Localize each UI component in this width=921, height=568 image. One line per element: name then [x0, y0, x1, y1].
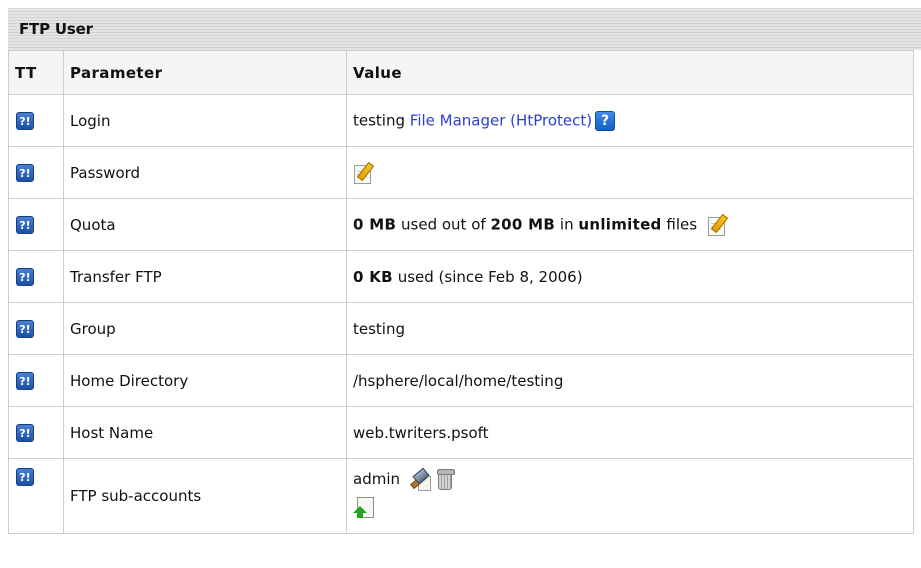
hammer-icon[interactable]: [406, 467, 431, 491]
quota-text1: used out of: [401, 215, 486, 233]
value-login: testing File Manager (HtProtect)?: [346, 94, 914, 147]
panel-title: FTP User: [8, 8, 921, 50]
trash-icon[interactable]: [436, 467, 455, 491]
table-row-sub-accounts: ?! FTP sub-accounts admin: [8, 458, 914, 534]
table-row-login: ?! Login testing File Manager (HtProtect…: [8, 94, 914, 147]
param-password: Password: [63, 146, 347, 199]
ftp-user-panel: FTP User TT Parameter Value ?! Login tes…: [8, 8, 921, 568]
hint-icon[interactable]: ?!: [16, 216, 34, 234]
add-icon[interactable]: [353, 497, 375, 519]
hint-icon[interactable]: ?!: [16, 112, 34, 130]
edit-quota-icon[interactable]: [707, 213, 728, 236]
table-header-row: TT Parameter Value: [8, 50, 914, 95]
table-row-quota: ?! Quota 0 MB used out of 200 MB in unli…: [8, 198, 914, 251]
value-host-name: web.twriters.psoft: [346, 406, 914, 459]
quota-text2: in: [559, 215, 574, 233]
hint-icon[interactable]: ?!: [16, 320, 34, 338]
hint-icon[interactable]: ?!: [16, 424, 34, 442]
hint-icon[interactable]: ?!: [16, 268, 34, 286]
edit-password-icon[interactable]: [353, 161, 375, 184]
hint-icon[interactable]: ?!: [16, 164, 34, 182]
file-manager-link[interactable]: File Manager (HtProtect): [410, 111, 592, 129]
hint-icon[interactable]: ?!: [16, 468, 34, 486]
param-login: Login: [63, 94, 347, 147]
header-parameter: Parameter: [63, 50, 347, 95]
hint-icon[interactable]: ?!: [16, 372, 34, 390]
quota-total: 200 MB: [490, 215, 556, 233]
param-host-name: Host Name: [63, 406, 347, 459]
param-quota: Quota: [63, 198, 347, 251]
table-row-password: ?! Password: [8, 146, 914, 199]
value-password: [346, 146, 914, 199]
param-home-directory: Home Directory: [63, 354, 347, 407]
header-value: Value: [346, 50, 914, 95]
value-sub-accounts: admin: [346, 458, 914, 534]
transfer-amount: 0 KB: [353, 267, 393, 286]
ftp-user-table: TT Parameter Value ?! Login testing File…: [8, 50, 914, 534]
value-group: testing: [346, 302, 914, 355]
quota-text3: files: [666, 215, 698, 233]
param-transfer: Transfer FTP: [63, 250, 347, 303]
transfer-text: used (since Feb 8, 2006): [397, 267, 583, 286]
value-transfer: 0 KB used (since Feb 8, 2006): [346, 250, 914, 303]
quota-files: unlimited: [578, 215, 662, 233]
value-home-directory: /hsphere/local/home/testing: [346, 354, 914, 407]
help-icon[interactable]: ?: [595, 110, 616, 131]
param-sub-accounts: FTP sub-accounts: [63, 458, 347, 534]
value-quota: 0 MB used out of 200 MB in unlimited fil…: [346, 198, 914, 251]
table-row-home-directory: ?! Home Directory /hsphere/local/home/te…: [8, 354, 914, 407]
login-username: testing: [353, 111, 406, 129]
table-row-host-name: ?! Host Name web.twriters.psoft: [8, 406, 914, 459]
sub-account-name: admin: [353, 470, 400, 488]
quota-used: 0 MB: [353, 215, 397, 233]
sub-account-entry: admin: [353, 467, 913, 491]
header-tt: TT: [8, 50, 64, 95]
param-group: Group: [63, 302, 347, 355]
table-row-transfer: ?! Transfer FTP 0 KB used (since Feb 8, …: [8, 250, 914, 303]
table-row-group: ?! Group testing: [8, 302, 914, 355]
